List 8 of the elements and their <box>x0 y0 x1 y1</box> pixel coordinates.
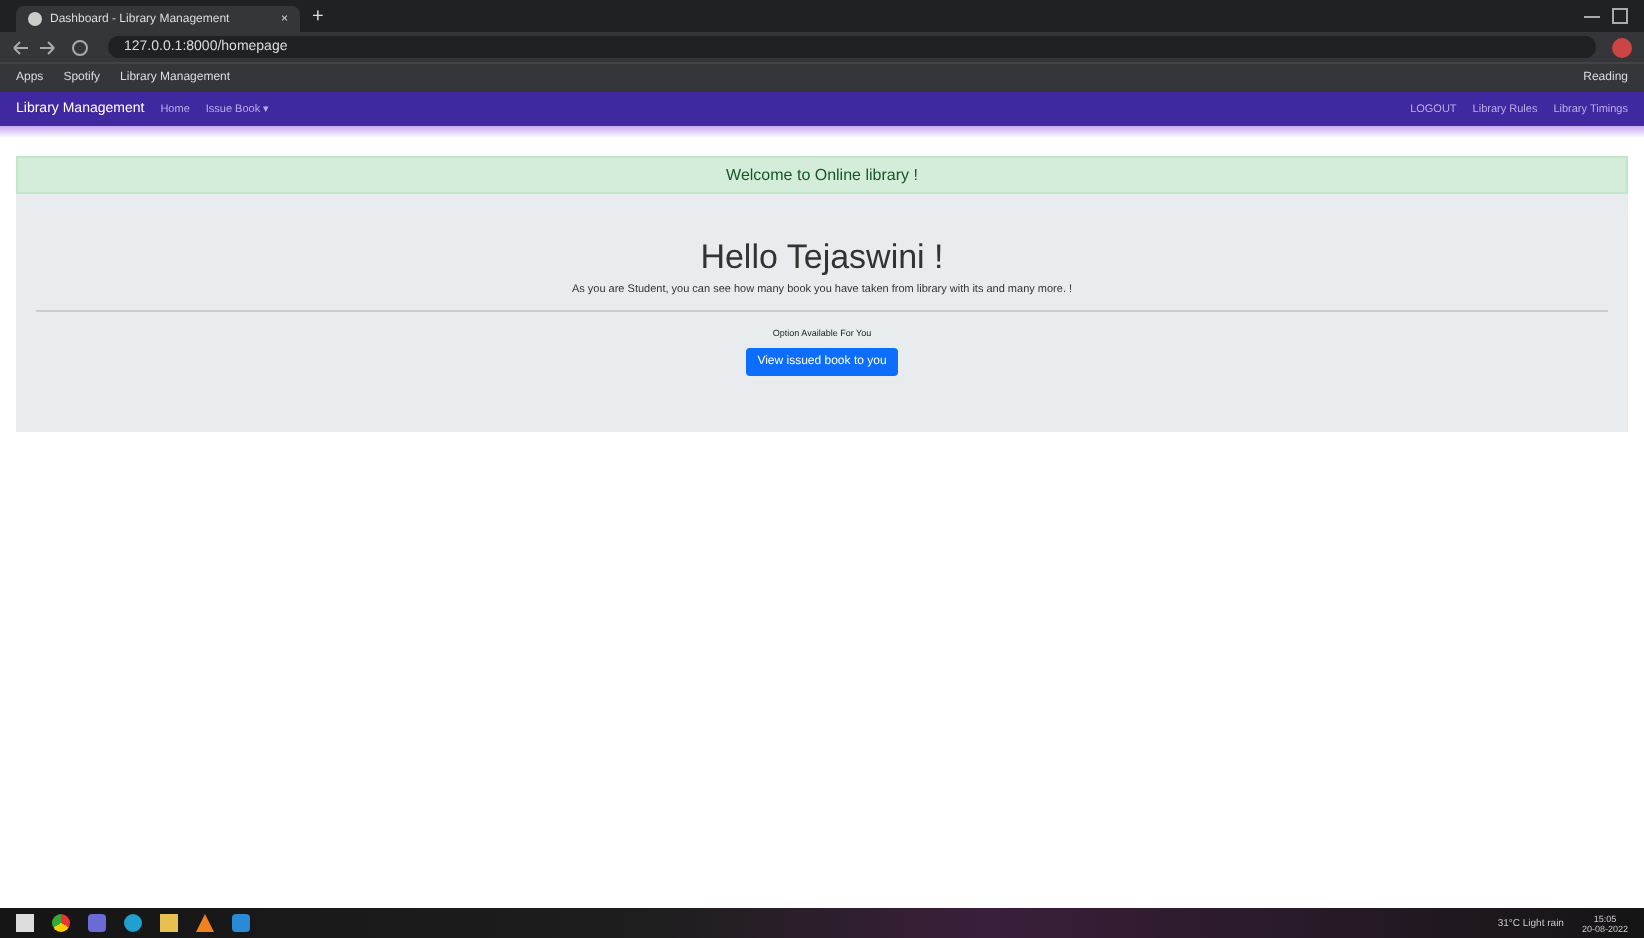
welcome-alert: Welcome to Online library ! <box>16 156 1628 194</box>
cone-icon[interactable] <box>196 914 214 932</box>
chrome-circle-icon[interactable] <box>52 914 70 932</box>
new-tab-button[interactable]: + <box>312 6 324 32</box>
maximize-icon[interactable] <box>1612 8 1628 24</box>
navigation-arrows-icon[interactable] <box>12 37 92 57</box>
profile-avatar-icon[interactable] <box>1612 37 1632 57</box>
greeting-heading: Hello Tejaswini ! <box>700 238 944 278</box>
